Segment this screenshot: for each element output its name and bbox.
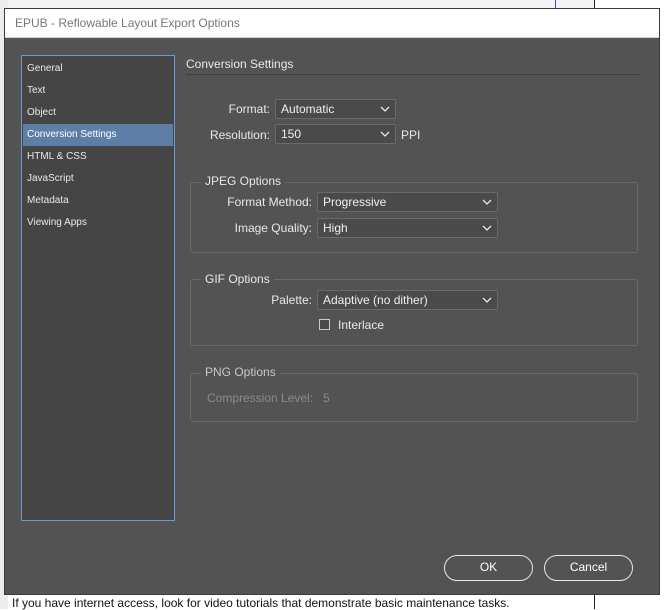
png-options-title: PNG Options: [201, 365, 280, 379]
chevron-down-icon: [380, 106, 390, 112]
sidebar-item-viewing-apps[interactable]: Viewing Apps: [23, 212, 173, 234]
format-method-label: Format Method:: [227, 195, 312, 209]
sidebar-item-conversion-settings[interactable]: Conversion Settings: [23, 124, 173, 146]
sidebar-item-object[interactable]: Object: [23, 102, 173, 124]
palette-value: Adaptive (no dither): [323, 293, 428, 307]
image-quality-select[interactable]: High: [317, 218, 498, 238]
resolution-value: 150: [281, 127, 302, 141]
image-quality-value: High: [323, 221, 348, 235]
resolution-label: Resolution:: [209, 128, 270, 142]
chevron-down-icon: [380, 131, 390, 137]
sidebar-item-text[interactable]: Text: [23, 80, 173, 102]
interlace-label[interactable]: Interlace: [338, 318, 384, 332]
title-bar[interactable]: EPUB - Reflowable Layout Export Options: [5, 9, 659, 38]
format-label: Format:: [228, 102, 270, 116]
compression-level-label: Compression Level:: [207, 391, 314, 405]
background-text: If you have internet access, look for vi…: [12, 596, 510, 610]
gif-options-title: GIF Options: [201, 272, 274, 286]
format-method-value: Progressive: [323, 195, 387, 209]
category-list[interactable]: General Text Object Conversion Settings …: [21, 55, 175, 521]
chevron-down-icon: [482, 225, 492, 231]
dialog-title: EPUB - Reflowable Layout Export Options: [15, 16, 240, 30]
palette-label: Palette:: [271, 293, 312, 307]
background-guide-line: [555, 0, 556, 8]
export-options-dialog: EPUB - Reflowable Layout Export Options …: [5, 9, 659, 594]
format-method-select[interactable]: Progressive: [317, 192, 498, 212]
interlace-checkbox[interactable]: [319, 319, 330, 330]
compression-level-value: 5: [323, 391, 330, 405]
jpeg-options-title: JPEG Options: [201, 174, 286, 188]
chevron-down-icon: [482, 199, 492, 205]
cancel-button[interactable]: Cancel: [544, 555, 633, 581]
section-divider: [186, 74, 639, 75]
sidebar-item-general[interactable]: General: [23, 58, 173, 80]
format-value: Automatic: [281, 102, 335, 116]
resolution-unit: PPI: [401, 128, 421, 142]
palette-select[interactable]: Adaptive (no dither): [317, 290, 498, 310]
resolution-select[interactable]: 150: [275, 124, 396, 144]
sidebar-item-html-css[interactable]: HTML & CSS: [23, 146, 173, 168]
section-title: Conversion Settings: [186, 57, 294, 71]
chevron-down-icon: [482, 297, 492, 303]
image-quality-label: Image Quality:: [234, 221, 312, 235]
sidebar-item-metadata[interactable]: Metadata: [23, 190, 173, 212]
ok-button[interactable]: OK: [444, 555, 533, 581]
background-document-top: [0, 0, 671, 8]
format-select[interactable]: Automatic: [275, 99, 396, 119]
sidebar-item-javascript[interactable]: JavaScript: [23, 168, 173, 190]
